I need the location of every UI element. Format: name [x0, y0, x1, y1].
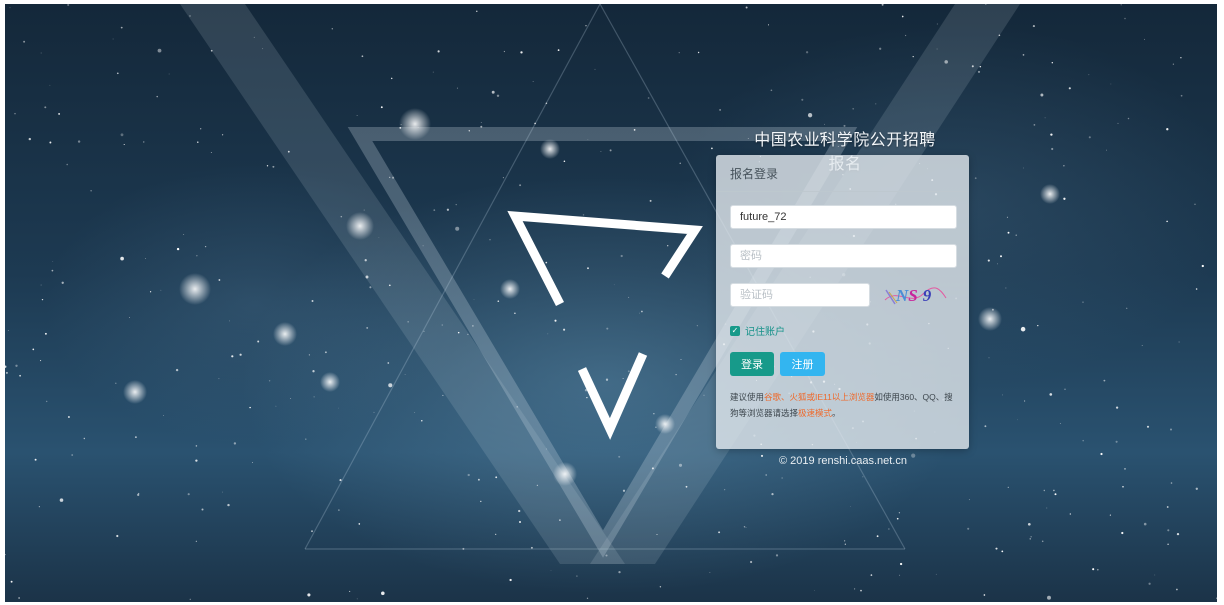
background: 中国农业科学院公开招聘报名 报名登录 NS9 ✓ 记住账户 登录 注册 建议使用…: [5, 4, 1217, 602]
captcha-text: NS 9: [895, 286, 932, 305]
password-input[interactable]: [730, 244, 957, 268]
remember-account-checkbox[interactable]: ✓ 记住账户: [730, 323, 785, 338]
username-input[interactable]: [730, 205, 957, 229]
remember-account-label: 记住账户: [745, 327, 785, 338]
starfield-background: [5, 4, 1217, 600]
checkmark-icon[interactable]: ✓: [730, 325, 740, 336]
login-panel-heading: 报名登录: [716, 155, 969, 192]
captcha-image[interactable]: NS 9: [883, 282, 947, 308]
login-button[interactable]: 登录: [730, 352, 774, 376]
register-button[interactable]: 注册: [780, 352, 825, 376]
captcha-input[interactable]: [730, 283, 870, 307]
logo-mark-top: [507, 210, 703, 307]
login-panel: 报名登录 NS9 ✓ 记住账户 登录 注册 建议使用谷歌、火狐或IE11以上浏览…: [716, 155, 969, 449]
logo-mark-bottom: [577, 352, 648, 440]
browser-notice: 建议使用谷歌、火狐或IE11以上浏览器如使用360、QQ、搜狗等浏览器请选择极速…: [730, 392, 953, 418]
copyright-footer: © 2019 renshi.caas.net.cn: [779, 455, 907, 467]
